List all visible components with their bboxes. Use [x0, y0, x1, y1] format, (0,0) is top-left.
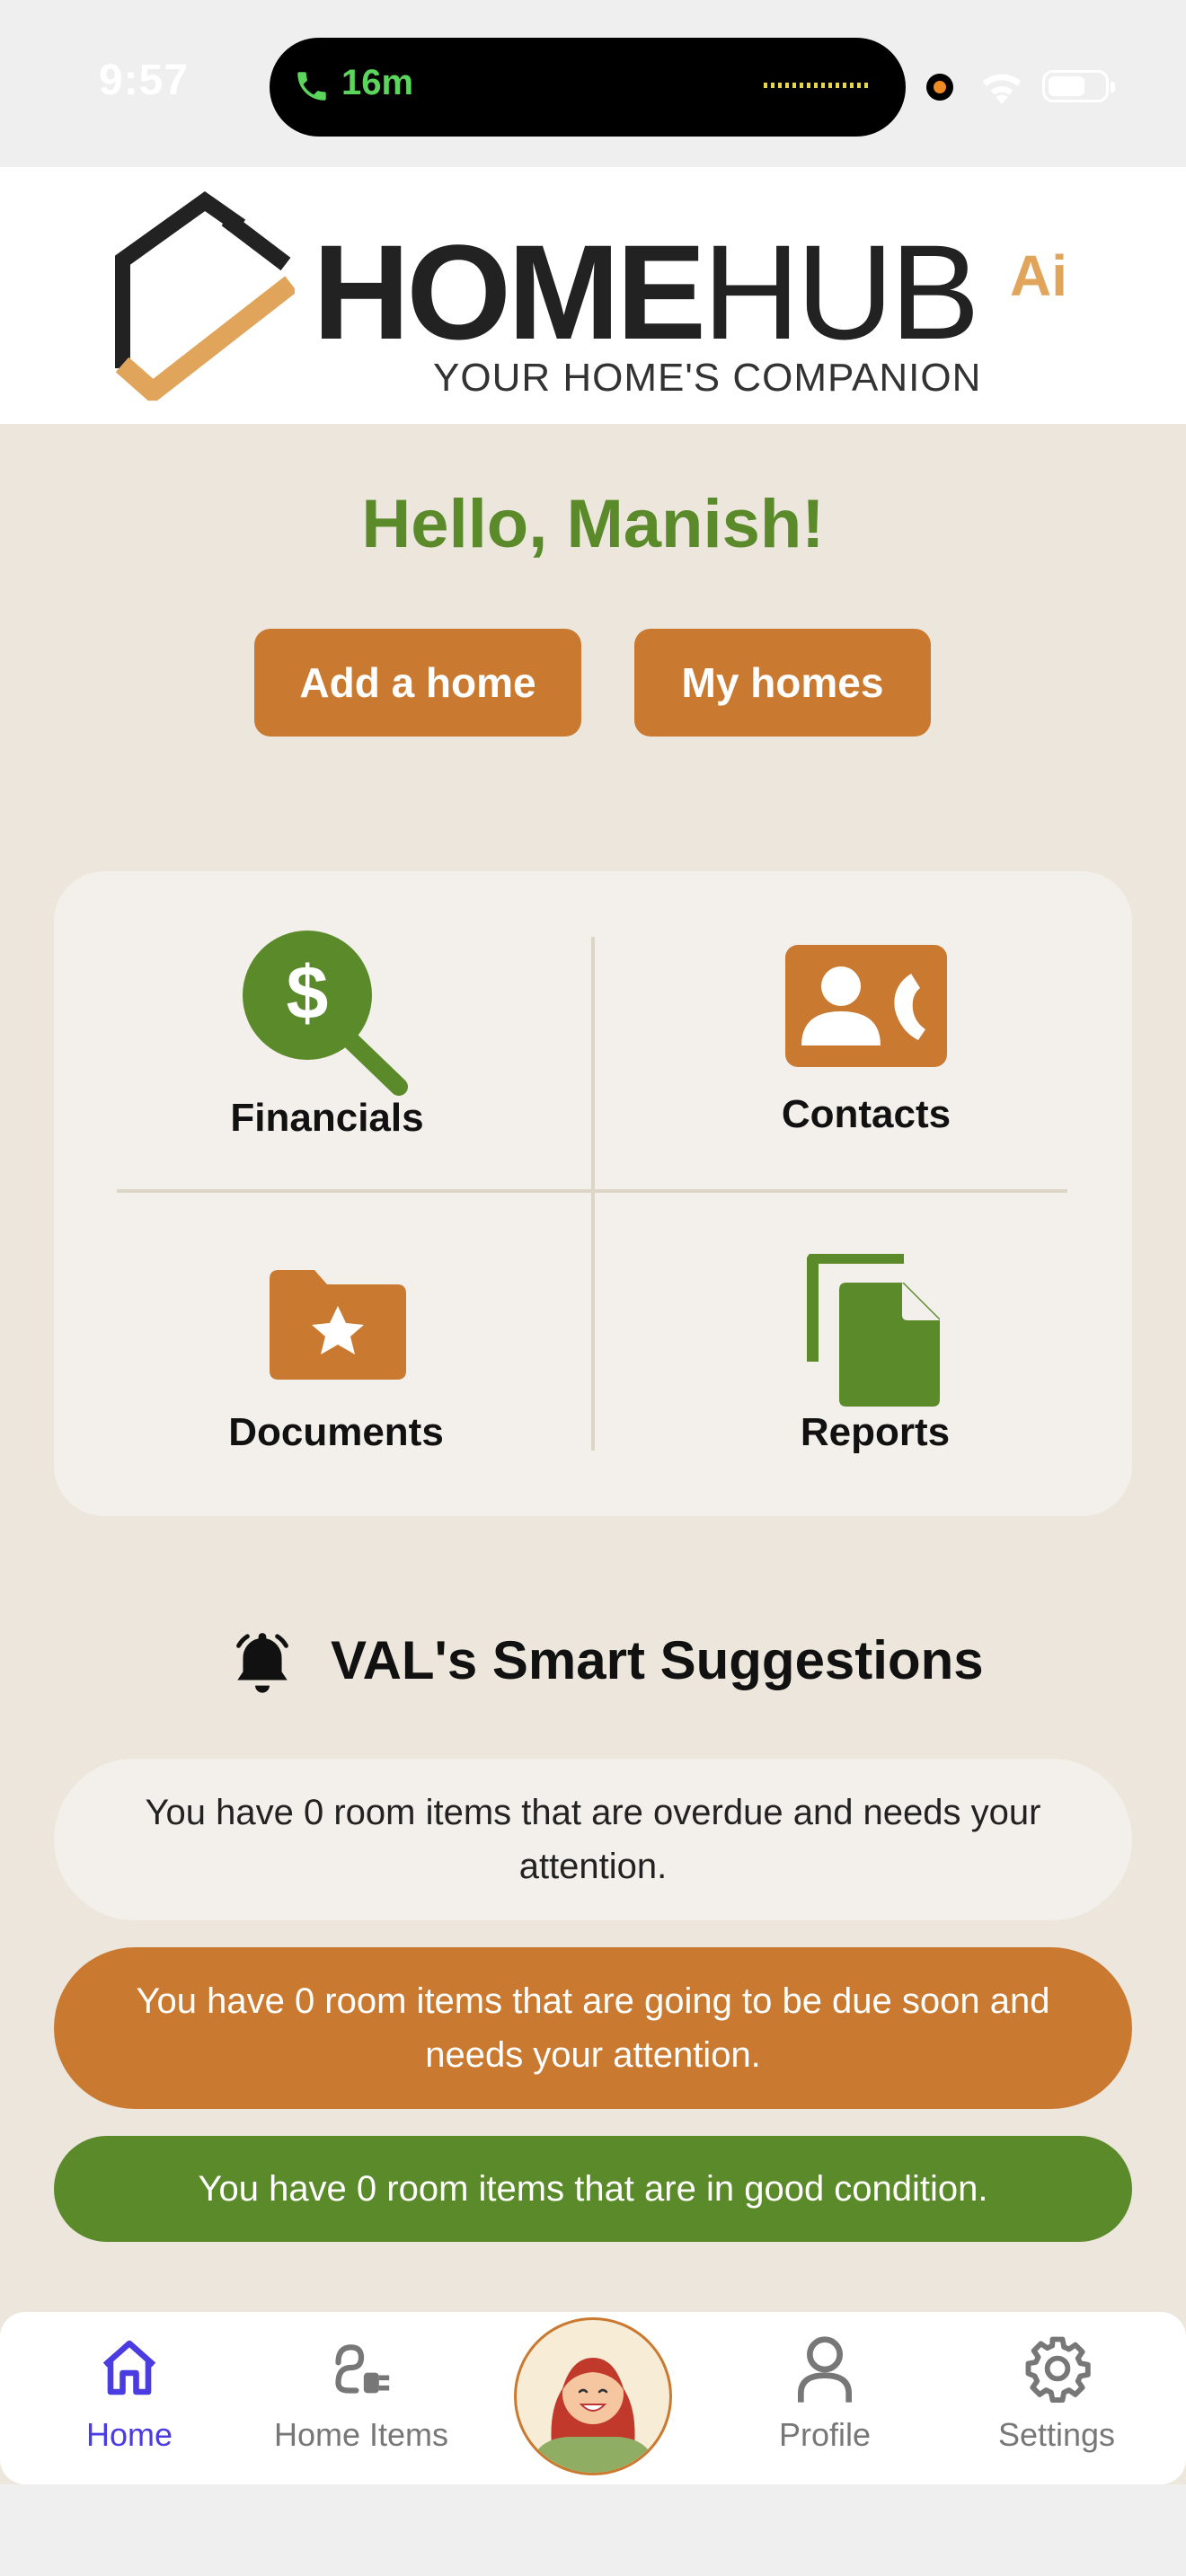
nav-home-items-label: Home Items [273, 2416, 449, 2453]
assistant-face-icon [535, 2358, 651, 2473]
home-icon [102, 2340, 156, 2395]
tile-financials-label: Financials [230, 1096, 424, 1140]
logo-wordmark: HOMEHUB [313, 225, 980, 359]
svg-text:$: $ [287, 950, 329, 1035]
folder-star-icon [270, 1270, 406, 1380]
logo-home-text: HOME [313, 216, 706, 367]
tile-reports[interactable]: Reports [695, 1248, 1055, 1473]
my-homes-button[interactable]: My homes [634, 629, 931, 737]
nav-settings[interactable]: Settings [949, 2326, 1164, 2470]
suggestion-overdue-text: You have 0 room items that are overdue a… [145, 1793, 1041, 1886]
grid-divider-horizontal [117, 1189, 1067, 1193]
suggestion-good-condition-text: You have 0 room items that are in good c… [198, 2169, 988, 2209]
nav-home[interactable]: Home [22, 2326, 237, 2470]
add-home-button[interactable]: Add a home [254, 629, 581, 737]
tile-financials[interactable]: $ Financials [147, 916, 507, 1159]
tile-documents-label: Documents [228, 1410, 444, 1454]
logo-hub-text: HUB [703, 216, 980, 367]
homehub-logo-icon [115, 190, 295, 401]
nav-profile[interactable]: Profile [717, 2326, 933, 2470]
suggestion-due-soon-text: You have 0 room items that are going to … [136, 1981, 1050, 2075]
plug-icon [335, 2344, 390, 2394]
nav-profile-label: Profile [778, 2416, 872, 2453]
tile-contacts[interactable]: Contacts [686, 934, 1046, 1159]
suggestion-due-soon[interactable]: You have 0 room items that are going to … [54, 1947, 1132, 2109]
val-assistant-avatar[interactable] [514, 2317, 672, 2475]
audio-waveform-icon [764, 83, 870, 88]
nav-settings-label: Settings [997, 2416, 1116, 2453]
logo-ai-text: Ai [1010, 243, 1067, 308]
tile-contacts-label: Contacts [781, 1092, 951, 1136]
tile-documents[interactable]: Documents [156, 1257, 516, 1473]
report-document-icon [807, 1254, 940, 1407]
logo-tagline: YOUR HOME'S COMPANION [433, 356, 982, 400]
suggestion-overdue[interactable]: You have 0 room items that are overdue a… [54, 1759, 1132, 1920]
wifi-icon [982, 74, 1022, 104]
suggestion-good-condition[interactable]: You have 0 room items that are in good c… [54, 2136, 1132, 2242]
phone-icon [297, 72, 326, 101]
gear-icon [1025, 2336, 1091, 2404]
bell-icon [236, 1633, 288, 1693]
greeting-title: Hello, Manish! [361, 486, 825, 562]
dollar-search-icon: $ [243, 931, 408, 1096]
status-time: 9:57 [99, 57, 190, 104]
tile-reports-label: Reports [800, 1410, 951, 1454]
nav-home-label: Home [85, 2416, 173, 2453]
profile-icon [798, 2336, 852, 2403]
contact-card-icon [785, 945, 947, 1067]
home-indicator-area [0, 2484, 1186, 2576]
smart-suggestions-title: VAL's Smart Suggestions [331, 1630, 984, 1690]
grid-divider-vertical [591, 937, 595, 1451]
nav-home-items[interactable]: Home Items [253, 2326, 469, 2470]
call-duration: 16m [341, 63, 414, 102]
privacy-indicator-icon [926, 74, 953, 101]
battery-icon [1042, 70, 1115, 102]
